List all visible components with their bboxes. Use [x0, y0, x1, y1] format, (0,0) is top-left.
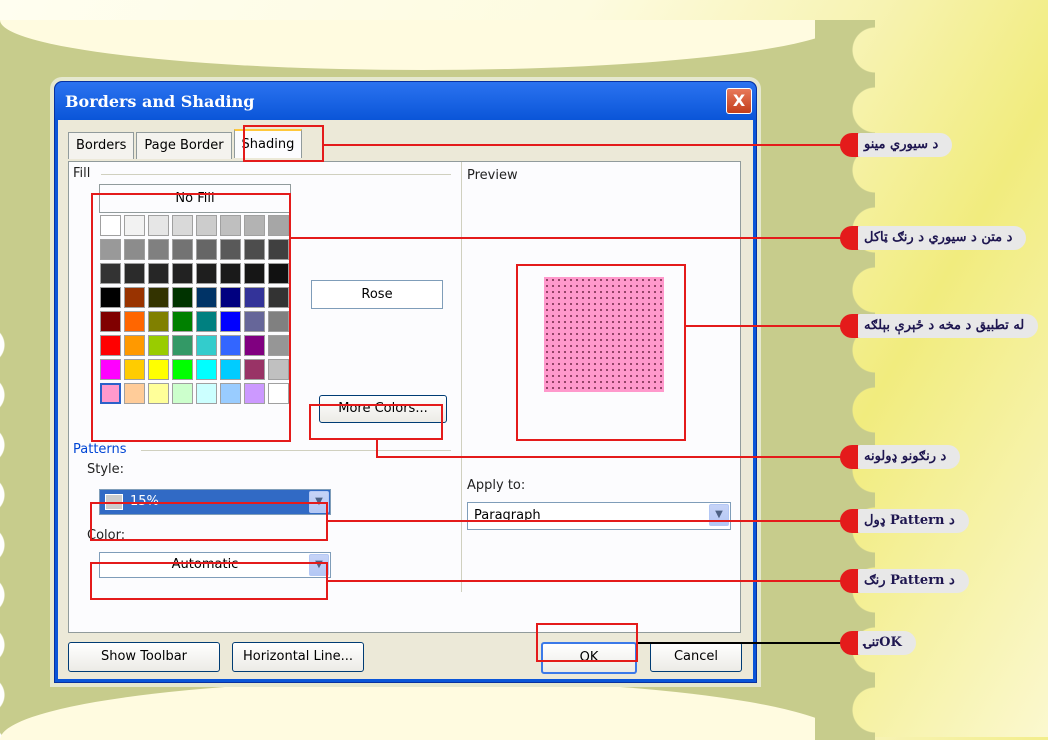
board-left-scallop: [0, 320, 16, 740]
callout-ok: OKتنۍ: [840, 631, 916, 655]
apply-to-select[interactable]: Paragraph ▼: [467, 502, 731, 530]
fill-group-label: Fill: [73, 166, 91, 181]
callout-preview: له تطبيق د مخه د ځېرې بېلګه: [839, 314, 1039, 338]
callout-pattern-color: د Pattern رنګ: [840, 569, 969, 593]
highlight-preview: [516, 264, 686, 441]
show-toolbar-button[interactable]: Show Toolbar: [68, 642, 220, 672]
close-button[interactable]: X: [726, 88, 752, 114]
highlight-more-colors: [309, 404, 443, 440]
connector-ok: [638, 642, 844, 644]
connector-pattern-style: [328, 520, 844, 522]
connector-color-table: [291, 237, 844, 239]
chevron-down-icon[interactable]: ▼: [709, 504, 729, 526]
callout-tabs-menu: د سيوري مينو: [839, 133, 953, 157]
patterns-group-line: [141, 450, 451, 451]
preview-label: Preview: [467, 168, 518, 183]
title-bar[interactable]: Borders and Shading: [55, 82, 756, 120]
highlight-pattern-color: [90, 562, 328, 600]
callout-color-table: د متن د سيوري د رنګ ټاکل: [839, 226, 1027, 250]
connector-more-colors-h: [376, 456, 844, 458]
highlight-shading-tab: [243, 125, 324, 162]
board-bottom-curve: [0, 680, 845, 740]
dialog-title: Borders and Shading: [65, 91, 255, 111]
highlight-ok: [536, 623, 638, 662]
connector-tabs: [324, 144, 844, 146]
highlight-pattern-style: [90, 502, 328, 541]
apply-to-label: Apply to:: [467, 478, 526, 493]
horizontal-line-button[interactable]: Horizontal Line...: [232, 642, 364, 672]
board-top-curve: [0, 20, 845, 70]
tab-borders[interactable]: Borders: [68, 132, 135, 159]
style-label: Style:: [87, 462, 125, 477]
patterns-group-label: Patterns: [73, 442, 127, 457]
cancel-button[interactable]: Cancel: [650, 642, 742, 672]
callout-pattern-style: د Pattern ډول: [840, 509, 969, 533]
highlight-color-table: [91, 193, 291, 442]
vertical-divider: [461, 162, 462, 592]
callout-more-colors: د رنګونو ډولونه: [839, 445, 961, 469]
selected-color-name: Rose: [311, 280, 443, 309]
connector-pattern-color: [328, 580, 844, 582]
tab-page-border[interactable]: Page Border: [136, 132, 232, 159]
connector-preview: [686, 325, 844, 327]
fill-group-line: [101, 174, 451, 175]
